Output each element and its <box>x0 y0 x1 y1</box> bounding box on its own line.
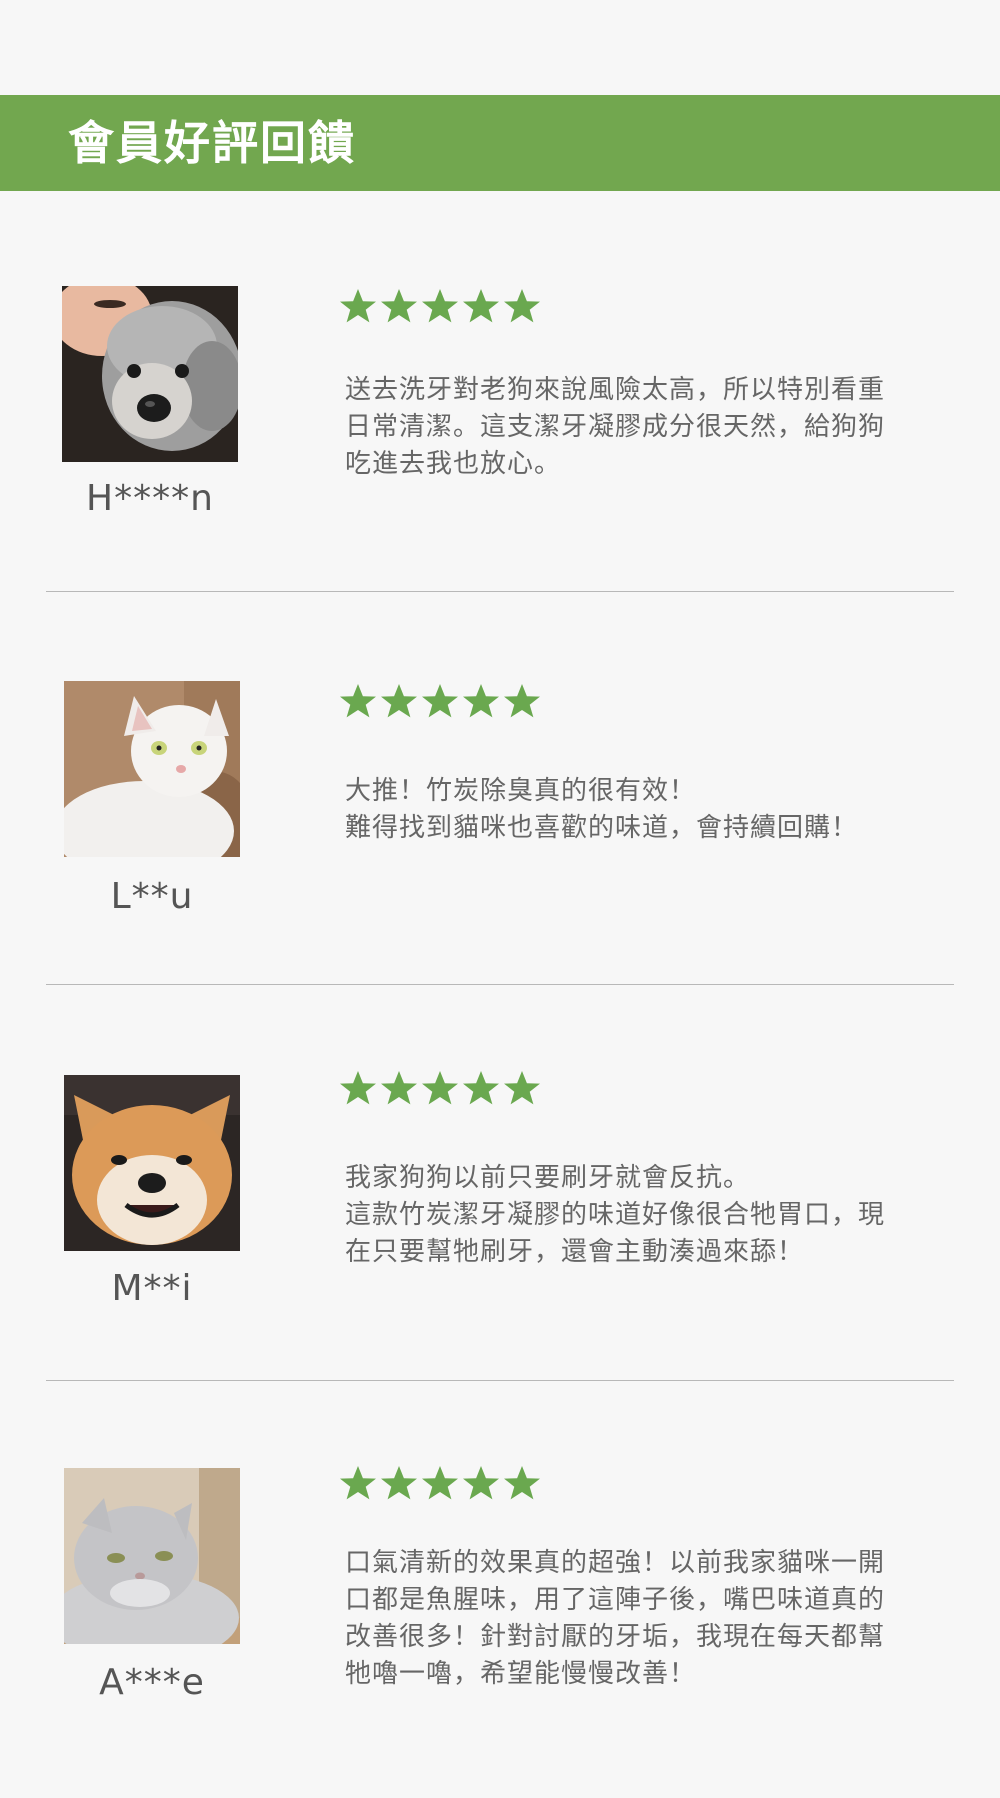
star-rating <box>338 1464 542 1504</box>
avatar-grey-cat <box>64 1468 240 1644</box>
avatar-dog-poodle <box>62 286 238 462</box>
review-text: 大推！竹炭除臭真的很有效！ 難得找到貓咪也喜歡的味道，會持續回購！ <box>345 776 859 843</box>
star-icon <box>340 684 376 718</box>
star-icon <box>381 1071 417 1105</box>
grey-cat-photo-icon <box>64 1468 240 1644</box>
star-icon <box>504 1466 540 1500</box>
header-bar: 會員好評回饋 <box>0 95 1000 191</box>
review-page: 會員好評回饋 H****n 送去洗牙對老狗來說風險太高，所以特別看重 日常清潔。… <box>0 0 1000 1798</box>
star-icon <box>463 684 499 718</box>
star-rating <box>338 287 542 327</box>
star-icon <box>340 1071 376 1105</box>
star-icon <box>463 289 499 323</box>
star-icon <box>422 1071 458 1105</box>
divider <box>46 591 954 592</box>
reviewer-name: A***e <box>99 1662 205 1703</box>
star-icon <box>504 1071 540 1105</box>
divider <box>46 1380 954 1381</box>
star-icon <box>381 684 417 718</box>
star-icon <box>422 289 458 323</box>
review-text: 我家狗狗以前只要刷牙就會反抗。 這款竹炭潔牙凝膠的味道好像很合牠胃口，現 在只要… <box>345 1163 886 1267</box>
star-icon <box>422 1466 458 1500</box>
reviewer-name: H****n <box>86 478 214 519</box>
review-text: 口氣清新的效果真的超強！以前我家貓咪一開 口都是魚腥味，用了這陣子後，嘴巴味道真… <box>345 1548 886 1689</box>
page-title: 會員好評回饋 <box>68 116 356 170</box>
star-icon <box>340 1466 376 1500</box>
reviewer-name: L**u <box>110 876 194 917</box>
avatar-white-cat <box>64 681 240 857</box>
poodle-photo-icon <box>62 286 238 462</box>
review-text: 送去洗牙對老狗來說風險太高，所以特別看重 日常清潔。這支潔牙凝膠成分很天然，給狗… <box>345 375 886 479</box>
star-icon <box>381 1466 417 1500</box>
shiba-photo-icon <box>64 1075 240 1251</box>
star-icon <box>504 684 540 718</box>
avatar-shiba-dog <box>64 1075 240 1251</box>
white-cat-photo-icon <box>64 681 240 857</box>
star-icon <box>463 1466 499 1500</box>
reviewer-name: M**i <box>111 1268 193 1309</box>
divider <box>46 984 954 985</box>
star-rating <box>338 1069 542 1109</box>
star-icon <box>463 1071 499 1105</box>
star-icon <box>381 289 417 323</box>
star-rating <box>338 682 542 722</box>
star-icon <box>340 289 376 323</box>
star-icon <box>422 684 458 718</box>
star-icon <box>504 289 540 323</box>
